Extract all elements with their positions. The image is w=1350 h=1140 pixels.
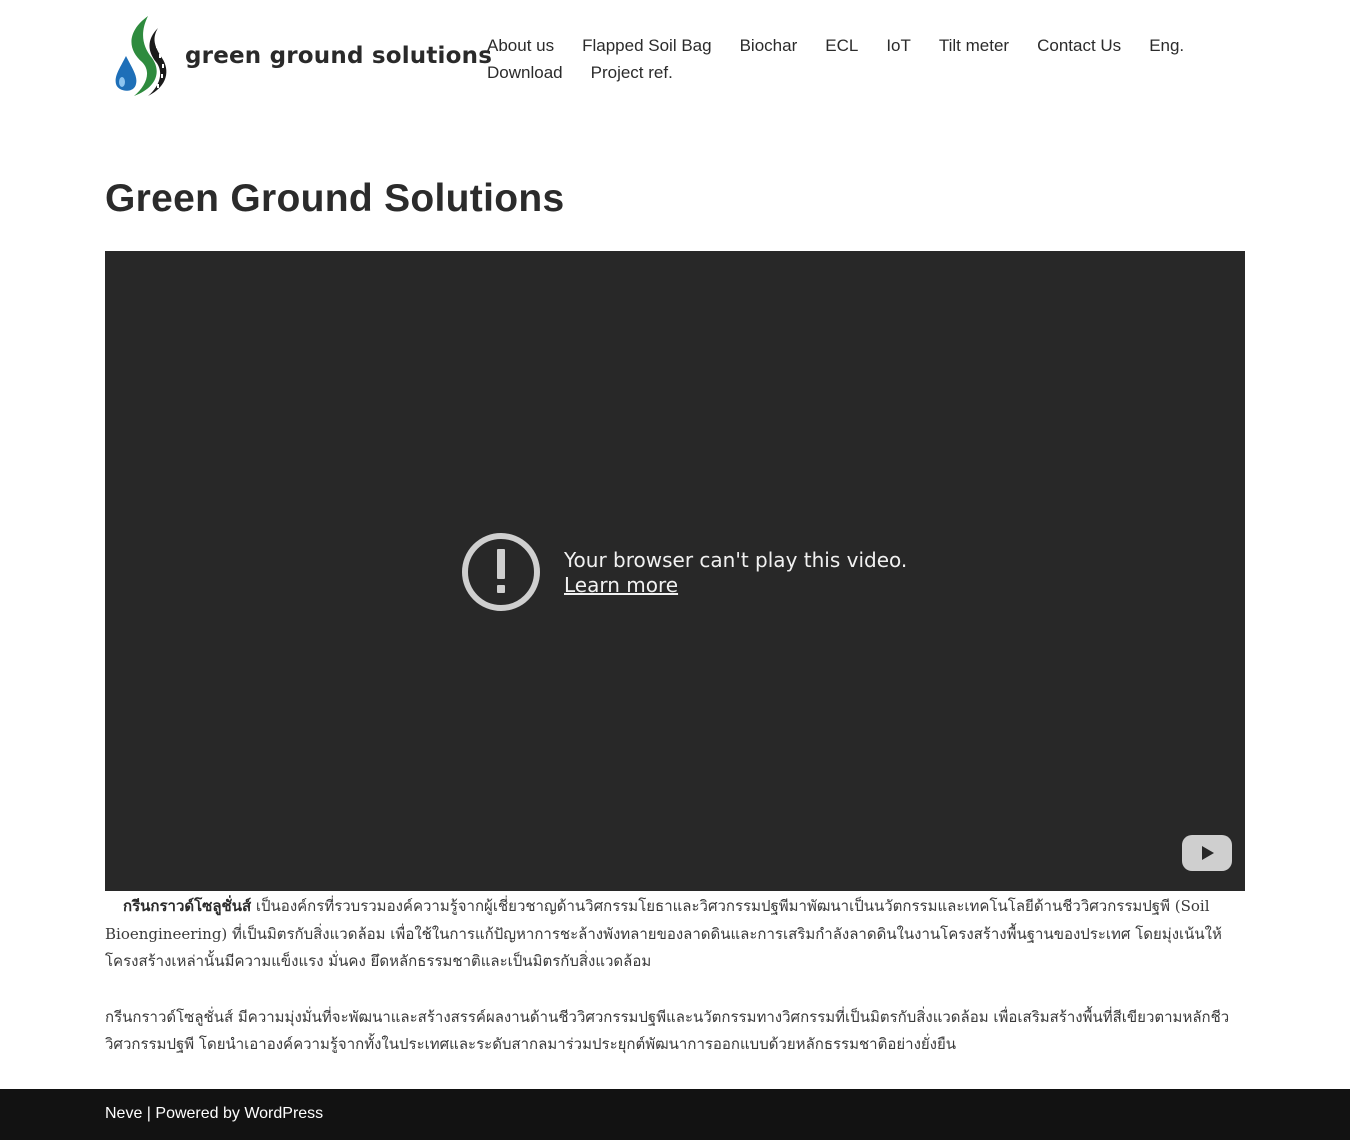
footer-separator: | <box>142 1105 156 1122</box>
learn-more-link[interactable]: Learn more <box>564 573 678 597</box>
video-error: Your browser can't play this video. Lear… <box>460 531 907 613</box>
footer-theme-link[interactable]: Neve <box>105 1105 142 1122</box>
embedded-video-player[interactable]: Your browser can't play this video. Lear… <box>105 251 1245 891</box>
video-error-text: Your browser can't play this video. Lear… <box>564 547 907 597</box>
nav-item-biochar[interactable]: Biochar <box>740 35 798 56</box>
nav-item-project-ref[interactable]: Project ref. <box>591 62 673 83</box>
nav-item-iot[interactable]: IoT <box>886 35 911 56</box>
footer-credits: Neve | Powered by WordPress <box>105 1105 323 1123</box>
exclamation-circle-icon <box>462 533 540 611</box>
water-drop-road-logo-icon <box>115 16 167 96</box>
page-title: Green Ground Solutions <box>105 177 565 220</box>
nav-item-tilt-meter[interactable]: Tilt meter <box>939 35 1009 56</box>
youtube-play-icon[interactable] <box>1182 835 1232 871</box>
nav-item-about-us[interactable]: About us <box>487 35 554 56</box>
nav-item-contact-us[interactable]: Contact Us <box>1037 35 1121 56</box>
mission-paragraph: กรีนกราวด์โซลูชั่นส์ มีความมุ่งมั่นที่จะ… <box>105 1007 1230 1054</box>
nav-item-ecl[interactable]: ECL <box>825 35 858 56</box>
nav-item-download[interactable]: Download <box>487 62 563 83</box>
organization-name: กรีนกราวด์โซลูชั่นส์ <box>123 897 252 915</box>
site-logo-link[interactable]: green ground solutions <box>112 14 492 98</box>
nav-item-english[interactable]: Eng. <box>1149 35 1184 56</box>
nav-item-flapped-soil-bag[interactable]: Flapped Soil Bag <box>582 35 711 56</box>
site-footer: Neve | Powered by WordPress <box>0 1089 1350 1140</box>
intro-paragraph: กรีนกราวด์โซลูชั่นส์ เป็นองค์กรที่รวบรวม… <box>105 893 1245 976</box>
video-error-message: Your browser can't play this video. <box>564 548 908 572</box>
footer-powered-link[interactable]: Powered by WordPress <box>155 1105 323 1122</box>
intro-paragraph-text: เป็นองค์กรที่รวบรวมองค์ความรู้จากผู้เชี่… <box>105 897 1222 970</box>
primary-nav: About us Flapped Soil Bag Biochar ECL Io… <box>487 35 1207 83</box>
page-content: กรีนกราวด์โซลูชั่นส์ เป็นองค์กรที่รวบรวม… <box>105 893 1245 1059</box>
site-name: green ground solutions <box>185 43 493 69</box>
site-header: green ground solutions About us Flapped … <box>0 0 1350 115</box>
